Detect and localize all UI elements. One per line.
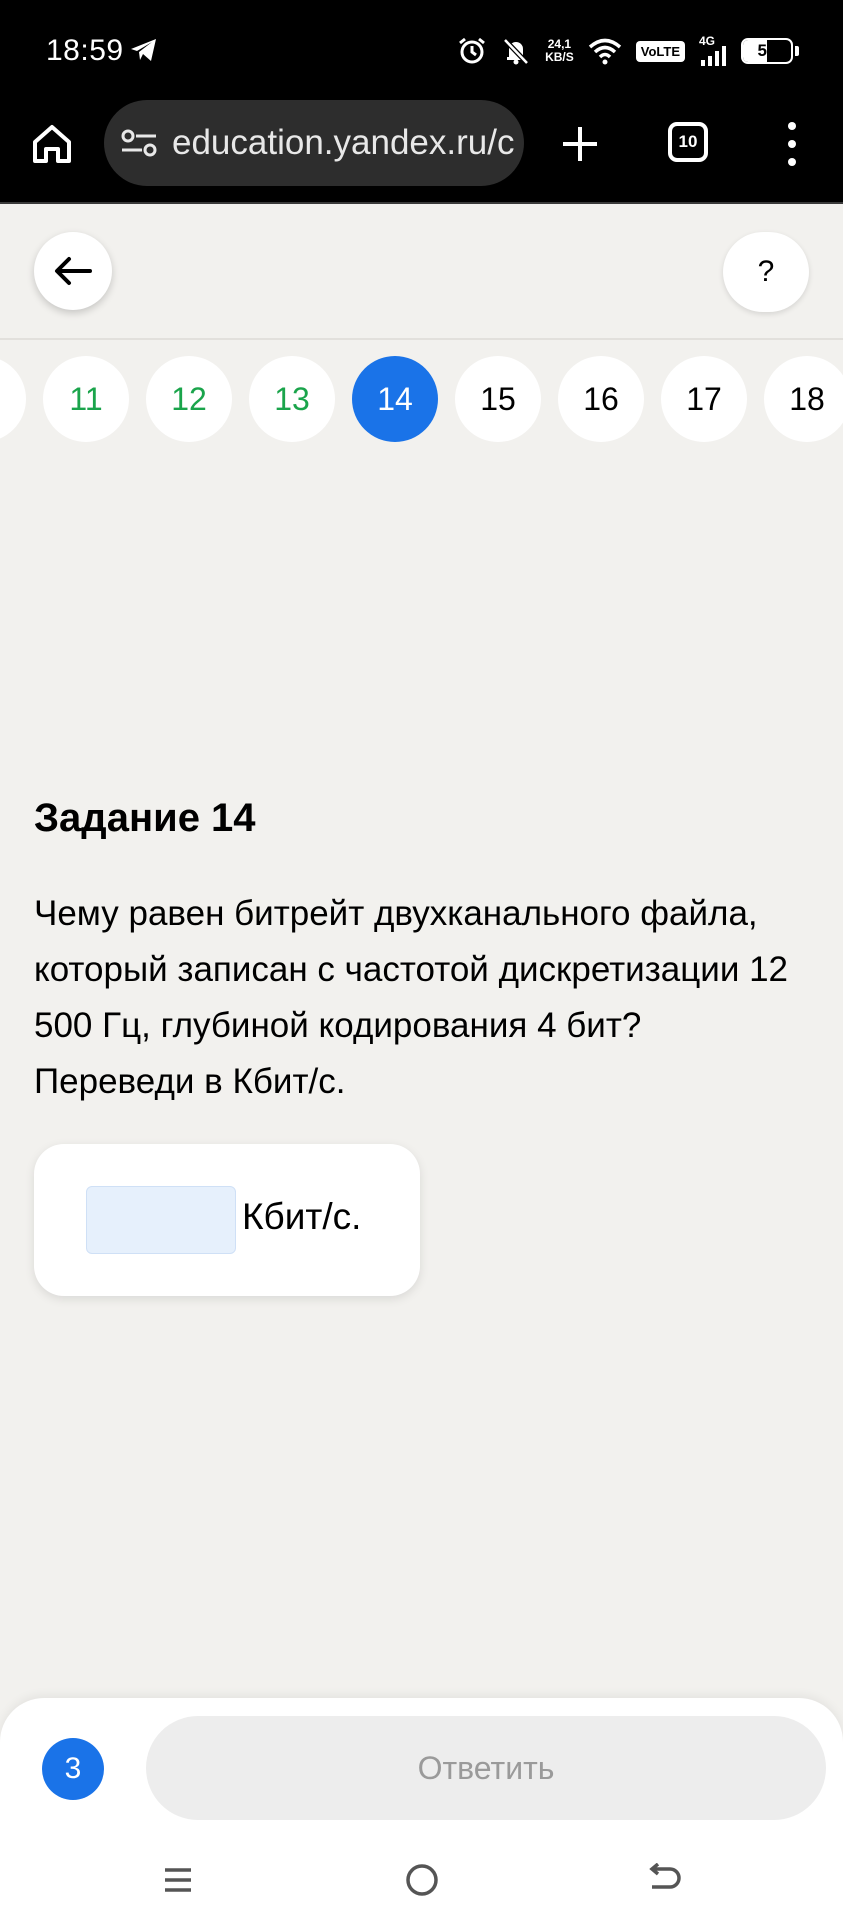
browser-menu-button[interactable] xyxy=(774,118,810,170)
menu-dot-icon xyxy=(788,140,796,148)
task-nav-item-11[interactable]: 11 xyxy=(43,356,129,442)
task-navigation: 101112131415161718 xyxy=(0,356,843,444)
system-home-button[interactable] xyxy=(400,1858,444,1902)
wifi-icon xyxy=(588,38,621,65)
bottom-panel: 3 Ответить xyxy=(0,1698,843,1920)
telegram-icon xyxy=(131,39,156,61)
task-nav-item-13[interactable]: 13 xyxy=(249,356,335,442)
answer-unit: Кбит/с. xyxy=(242,1196,362,1237)
menu-dot-icon xyxy=(788,158,796,166)
header-divider xyxy=(0,338,843,340)
menu-dot-icon xyxy=(788,122,796,130)
new-tab-button[interactable] xyxy=(556,120,604,168)
task-nav-item-15[interactable]: 15 xyxy=(455,356,541,442)
back-button[interactable] xyxy=(34,232,112,310)
url-text: education.yandex.ru/c xyxy=(172,123,515,162)
task-nav-item-18[interactable]: 18 xyxy=(764,356,843,442)
address-bar[interactable]: education.yandex.ru/c xyxy=(104,100,524,186)
volte-badge: VoLTE xyxy=(635,40,685,62)
battery-indicator: 51 xyxy=(741,38,793,64)
system-back-button[interactable] xyxy=(642,1858,686,1902)
alarm-icon xyxy=(459,37,486,64)
task-nav-item-12[interactable]: 12 xyxy=(146,356,232,442)
task-nav-item-17[interactable]: 17 xyxy=(661,356,747,442)
answer-input[interactable] xyxy=(86,1186,236,1254)
signal-bars-icon xyxy=(701,46,726,66)
answer-card: Кбит/с. xyxy=(34,1144,420,1296)
tab-switcher-button[interactable]: 10 xyxy=(668,122,708,162)
return-arrow-icon xyxy=(649,1863,681,1889)
circle-home-icon xyxy=(406,1864,438,1896)
system-navigation-bar xyxy=(0,1846,843,1906)
task-nav-item-10[interactable]: 10 xyxy=(0,356,26,442)
network-speed: 24,1 KB/S xyxy=(545,37,574,64)
task-title: Задание 14 xyxy=(34,796,256,840)
status-time: 18:59 xyxy=(46,34,124,67)
muted-bell-icon xyxy=(503,38,529,65)
task-question: Чему равен битрейт двухканального файла,… xyxy=(34,894,789,1101)
task-nav-item-16[interactable]: 16 xyxy=(558,356,644,442)
cell-signal: 4G xyxy=(699,34,727,66)
plus-icon xyxy=(563,127,597,161)
home-icon xyxy=(33,125,71,163)
recent-apps-button[interactable] xyxy=(156,1858,200,1902)
arrow-left-icon xyxy=(55,257,92,285)
help-button[interactable]: ? xyxy=(723,232,809,312)
home-button[interactable] xyxy=(26,118,78,170)
recents-menu-icon xyxy=(165,1868,191,1892)
browser-toolbar: education.yandex.ru/c 10 xyxy=(0,96,843,204)
task-nav-item-14[interactable]: 14 xyxy=(352,356,438,442)
status-bar: 18:59 24,1 KB/S VoLTE 4G 51 xyxy=(0,0,843,96)
remaining-count-badge[interactable]: 3 xyxy=(42,1738,104,1800)
site-settings-icon xyxy=(121,129,157,157)
submit-answer-button[interactable]: Ответить xyxy=(146,1716,826,1820)
